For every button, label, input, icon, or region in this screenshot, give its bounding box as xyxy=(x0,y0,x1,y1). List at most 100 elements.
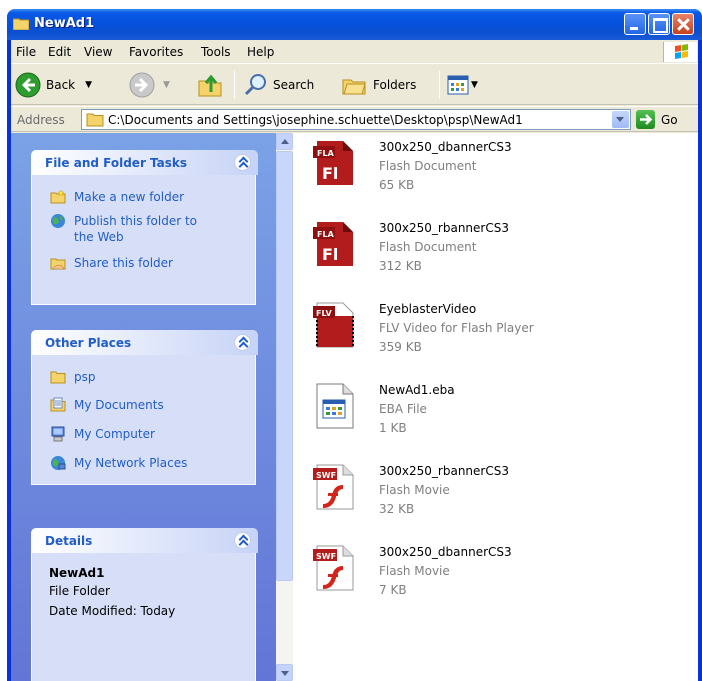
menu-file[interactable]: File xyxy=(16,45,36,59)
file-name: EyeblasterVideo xyxy=(379,302,477,316)
collapse-chevron-icon[interactable] xyxy=(234,334,251,351)
task-make-new-folder[interactable]: Make a new folder xyxy=(50,189,184,205)
file-item[interactable]: FLA Fl 300x250_rbannerCS3 Flash Document … xyxy=(309,220,699,280)
fla-icon: FLA Fl xyxy=(313,141,353,185)
folders-icon xyxy=(342,79,366,95)
toolbar: Back ▼ ▼ Search Folders ▼ xyxy=(11,65,698,105)
network-places-icon xyxy=(51,456,66,470)
go-arrow-icon[interactable] xyxy=(636,110,655,129)
task-share-folder[interactable]: Share this folder xyxy=(50,255,173,271)
panel-header[interactable]: File and Folder Tasks xyxy=(31,150,258,175)
file-size: 312 KB xyxy=(379,259,422,273)
close-button[interactable] xyxy=(672,13,694,35)
fla-icon: FLA Fl xyxy=(313,222,353,266)
panel-title: Details xyxy=(45,534,93,548)
task-pane: File and Folder Tasks Make a new folder … xyxy=(11,133,276,681)
file-size: 65 KB xyxy=(379,178,415,192)
file-name: NewAd1.eba xyxy=(379,383,455,397)
panel-header[interactable]: Details xyxy=(31,528,258,553)
views-button[interactable]: ▼ xyxy=(447,69,478,101)
details-panel: Details NewAd1 File Folder Date Modified… xyxy=(31,528,258,681)
file-item[interactable]: FLA Fl 300x250_dbannerCS3 Flash Document … xyxy=(309,139,699,199)
place-label: My Network Places xyxy=(74,456,188,470)
other-places-panel: Other Places psp My Documents My Compute… xyxy=(31,330,258,485)
back-button[interactable]: Back ▼ xyxy=(15,69,92,101)
address-input[interactable]: C:\Documents and Settings\josephine.schu… xyxy=(81,109,631,130)
place-network[interactable]: My Network Places xyxy=(50,455,187,471)
folders-label: Folders xyxy=(373,78,417,92)
folder-icon xyxy=(50,371,66,384)
file-type: EBA File xyxy=(379,402,427,416)
eba-icon xyxy=(316,383,354,429)
forward-arrow-icon xyxy=(129,72,155,98)
file-item[interactable]: SWF 300x250_dbannerCS3 Flash Movie 7 KB xyxy=(309,544,699,604)
task-label: Publish this folder to the Web xyxy=(74,214,197,244)
file-item[interactable]: NewAd1.eba EBA File 1 KB xyxy=(309,382,699,442)
scroll-down-button[interactable] xyxy=(276,664,293,681)
back-label: Back xyxy=(46,78,76,92)
menu-tools[interactable]: Tools xyxy=(201,45,231,59)
folders-button[interactable]: Folders xyxy=(341,69,416,101)
place-label: psp xyxy=(74,370,96,384)
address-dropdown-button[interactable] xyxy=(612,111,629,128)
content-area: File and Folder Tasks Make a new folder … xyxy=(11,133,698,681)
menu-view[interactable]: View xyxy=(84,45,112,59)
title-bar[interactable]: NewAd1 xyxy=(7,9,702,40)
menu-help[interactable]: Help xyxy=(247,45,274,59)
chevron-down-icon[interactable]: ▼ xyxy=(471,80,478,90)
back-arrow-icon xyxy=(15,72,41,98)
folder-icon xyxy=(86,113,104,127)
details-modified: Date Modified: Today xyxy=(49,604,176,618)
window-client: File Edit View Favorites Tools Help Back… xyxy=(11,40,698,681)
menu-favorites[interactable]: Favorites xyxy=(129,45,183,59)
toolbar-separator xyxy=(439,71,440,99)
file-name: 300x250_rbannerCS3 xyxy=(379,464,509,478)
svg-text:SWF: SWF xyxy=(316,552,336,561)
my-documents-icon xyxy=(50,397,66,412)
panel-header[interactable]: Other Places xyxy=(31,330,258,355)
windows-logo-icon xyxy=(663,42,697,62)
swf-icon: SWF xyxy=(313,464,354,510)
place-my-computer[interactable]: My Computer xyxy=(50,426,155,442)
chevron-down-icon[interactable]: ▼ xyxy=(85,80,92,90)
scroll-up-button[interactable] xyxy=(276,133,293,150)
task-pane-scrollbar[interactable] xyxy=(276,133,293,681)
views-icon xyxy=(447,75,469,95)
file-type: FLV Video for Flash Player xyxy=(379,321,534,335)
place-label: My Computer xyxy=(74,427,155,441)
file-type: Flash Document xyxy=(379,159,477,173)
place-psp[interactable]: psp xyxy=(50,369,96,385)
search-button[interactable]: Search xyxy=(243,69,314,101)
scroll-thumb[interactable] xyxy=(276,151,293,581)
file-size: 359 KB xyxy=(379,340,422,354)
explorer-window: NewAd1 File Edit View Favorites Tools He… xyxy=(7,9,702,681)
forward-button[interactable]: ▼ xyxy=(129,69,170,101)
place-label: My Documents xyxy=(74,398,164,412)
svg-text:FLA: FLA xyxy=(317,230,335,239)
up-folder-button[interactable] xyxy=(197,69,223,101)
search-icon xyxy=(244,74,266,96)
go-button[interactable]: Go xyxy=(661,113,678,127)
file-name: 300x250_dbannerCS3 xyxy=(379,140,512,154)
flv-icon: FLV xyxy=(313,302,354,348)
details-name: NewAd1 xyxy=(49,566,105,580)
panel-title: Other Places xyxy=(45,336,132,350)
maximize-button[interactable] xyxy=(648,13,670,35)
collapse-chevron-icon[interactable] xyxy=(234,532,251,549)
file-type: Flash Movie xyxy=(379,483,450,497)
up-folder-icon xyxy=(198,74,222,97)
menu-edit[interactable]: Edit xyxy=(48,45,71,59)
chevron-down-icon[interactable]: ▼ xyxy=(163,80,170,90)
minimize-button[interactable] xyxy=(624,13,646,35)
search-label: Search xyxy=(273,78,315,92)
file-type: Flash Document xyxy=(379,240,477,254)
task-publish-web[interactable]: Publish this folder to the Web xyxy=(50,213,220,245)
share-folder-icon xyxy=(50,258,66,270)
file-item[interactable]: FLV EyeblasterVideo FLV Video for Flash … xyxy=(309,301,699,361)
svg-text:Fl: Fl xyxy=(322,245,338,264)
file-item[interactable]: SWF 300x250_rbannerCS3 Flash Movie 32 KB xyxy=(309,463,699,523)
collapse-chevron-icon[interactable] xyxy=(234,154,251,171)
address-path: C:\Documents and Settings\josephine.schu… xyxy=(108,113,523,127)
file-list: FLA Fl 300x250_dbannerCS3 Flash Document … xyxy=(293,133,698,681)
place-my-documents[interactable]: My Documents xyxy=(50,397,164,413)
